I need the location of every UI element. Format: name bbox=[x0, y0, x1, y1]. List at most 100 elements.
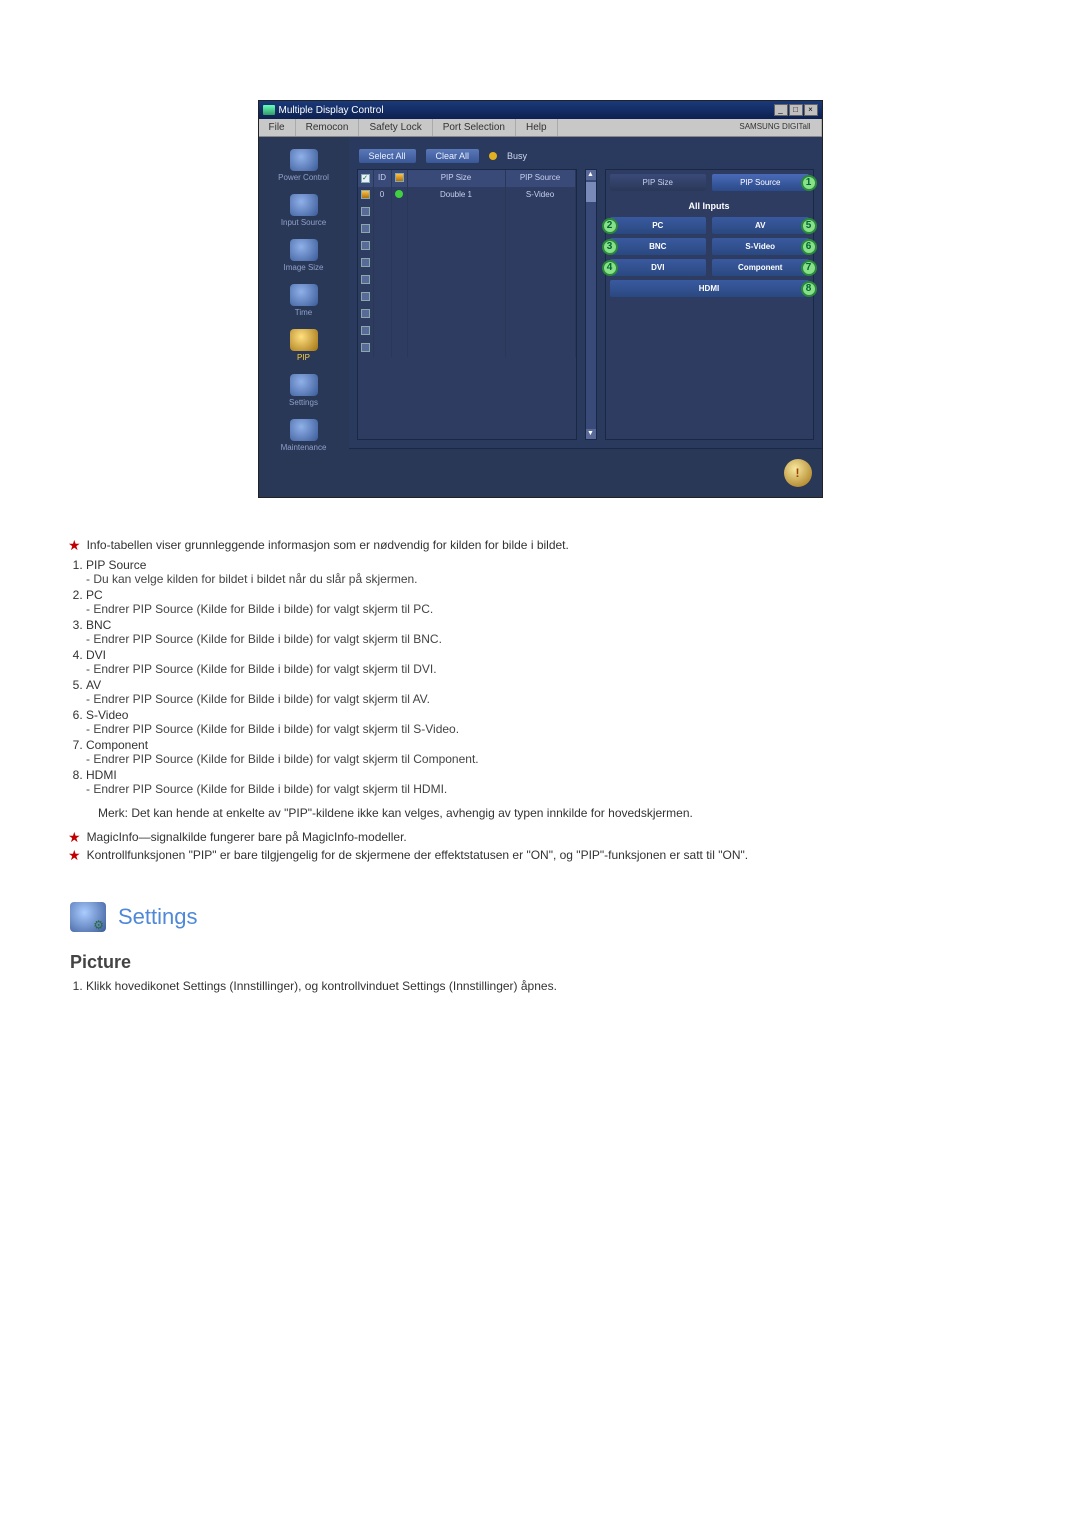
footer-bar bbox=[349, 448, 822, 497]
titlebar: Multiple Display Control _ □ × bbox=[259, 101, 822, 119]
list-item: Component- Endrer PIP Source (Kilde for … bbox=[86, 738, 1012, 766]
busy-label: Busy bbox=[507, 151, 527, 161]
star-note-3: Kontrollfunksjonen "PIP" er bare tilgjen… bbox=[87, 848, 1012, 862]
col-id[interactable]: ID bbox=[374, 170, 392, 187]
sidebar-item-input-source[interactable]: Input Source bbox=[259, 192, 349, 229]
brand-label: SAMSUNG DIGITall bbox=[729, 119, 821, 136]
sidebar-item-maintenance[interactable]: Maintenance bbox=[259, 417, 349, 454]
row-checkbox[interactable] bbox=[361, 190, 370, 199]
note-text: Merk: Det kan hende at enkelte av "PIP"-… bbox=[98, 806, 1012, 820]
row-checkbox[interactable] bbox=[361, 309, 370, 318]
callout-8: 8 bbox=[801, 281, 817, 297]
list-item: PC- Endrer PIP Source (Kilde for Bilde i… bbox=[86, 588, 1012, 616]
source-btn-pc[interactable]: 2 PC bbox=[610, 217, 707, 234]
warning-icon[interactable] bbox=[784, 459, 812, 487]
sidebar-item-power-control[interactable]: Power Control bbox=[259, 147, 349, 184]
pip-icon bbox=[290, 329, 318, 351]
tab-pip-size[interactable]: PIP Size bbox=[610, 174, 707, 191]
minimize-button[interactable]: _ bbox=[774, 104, 788, 116]
tab-pip-source[interactable]: PIP Source 1 bbox=[712, 174, 809, 191]
settings-section-header: Settings bbox=[70, 902, 1020, 932]
menu-port-selection[interactable]: Port Selection bbox=[433, 119, 516, 136]
clear-all-button[interactable]: Clear All bbox=[426, 149, 480, 163]
callout-6: 6 bbox=[801, 239, 817, 255]
table-row[interactable] bbox=[358, 289, 576, 306]
explanation-section: ★ Info-tabellen viser grunnleggende info… bbox=[68, 538, 1012, 862]
row-checkbox[interactable] bbox=[361, 292, 370, 301]
source-btn-dvi[interactable]: 4 DVI bbox=[610, 259, 707, 276]
menubar: File Remocon Safety Lock Port Selection … bbox=[259, 119, 822, 137]
row-checkbox[interactable] bbox=[361, 275, 370, 284]
pip-controls-panel: PIP Size PIP Source 1 All Inputs 2 PC bbox=[605, 169, 814, 440]
col-pip-source[interactable]: PIP Source bbox=[506, 170, 576, 187]
callout-2: 2 bbox=[602, 218, 618, 234]
source-btn-av[interactable]: AV 5 bbox=[712, 217, 809, 234]
source-btn-svideo[interactable]: S-Video 6 bbox=[712, 238, 809, 255]
numbered-list: PIP Source- Du kan velge kilden for bild… bbox=[86, 558, 1012, 796]
menu-safety-lock[interactable]: Safety Lock bbox=[359, 119, 432, 136]
list-item: S-Video- Endrer PIP Source (Kilde for Bi… bbox=[86, 708, 1012, 736]
table-row[interactable] bbox=[358, 323, 576, 340]
maintenance-icon bbox=[290, 419, 318, 441]
menu-file[interactable]: File bbox=[259, 119, 296, 136]
table-row[interactable] bbox=[358, 221, 576, 238]
display-table: ID PIP Size PIP Source 0 Double 1 S-Vide… bbox=[357, 169, 577, 440]
scroll-down-icon[interactable]: ▼ bbox=[586, 429, 596, 439]
input-source-icon bbox=[290, 194, 318, 216]
row-checkbox[interactable] bbox=[361, 326, 370, 335]
select-all-button[interactable]: Select All bbox=[359, 149, 416, 163]
all-inputs-label: All Inputs bbox=[610, 201, 809, 211]
picture-step-1: Klikk hovedikonet Settings (Innstillinge… bbox=[86, 979, 1020, 993]
sidebar-item-pip[interactable]: PIP bbox=[259, 327, 349, 364]
intro-text: Info-tabellen viser grunnleggende inform… bbox=[87, 538, 1012, 552]
row-checkbox[interactable] bbox=[361, 258, 370, 267]
list-item: DVI- Endrer PIP Source (Kilde for Bilde … bbox=[86, 648, 1012, 676]
row-checkbox[interactable] bbox=[361, 343, 370, 352]
sidebar-item-image-size[interactable]: Image Size bbox=[259, 237, 349, 274]
table-row[interactable] bbox=[358, 340, 576, 357]
menu-help[interactable]: Help bbox=[516, 119, 558, 136]
maximize-button[interactable]: □ bbox=[789, 104, 803, 116]
row-checkbox[interactable] bbox=[361, 207, 370, 216]
star-note-2: MagicInfo—signalkilde fungerer bare på M… bbox=[87, 830, 1012, 844]
toolbar: Select All Clear All Busy bbox=[349, 137, 822, 169]
col-pip-size[interactable]: PIP Size bbox=[408, 170, 506, 187]
scroll-thumb[interactable] bbox=[586, 182, 596, 202]
sidebar: Power Control Input Source Image Size Ti… bbox=[259, 137, 349, 497]
table-row[interactable] bbox=[358, 306, 576, 323]
source-btn-bnc[interactable]: 3 BNC bbox=[610, 238, 707, 255]
callout-5: 5 bbox=[801, 218, 817, 234]
header-checkbox[interactable] bbox=[361, 174, 370, 183]
callout-3: 3 bbox=[602, 239, 618, 255]
callout-4: 4 bbox=[602, 260, 618, 276]
callout-7: 7 bbox=[801, 260, 817, 276]
source-btn-component[interactable]: Component 7 bbox=[712, 259, 809, 276]
menu-remocon[interactable]: Remocon bbox=[296, 119, 360, 136]
row-checkbox[interactable] bbox=[361, 224, 370, 233]
sidebar-item-settings[interactable]: Settings bbox=[259, 372, 349, 409]
scroll-up-icon[interactable]: ▲ bbox=[586, 170, 596, 180]
list-item: AV- Endrer PIP Source (Kilde for Bilde i… bbox=[86, 678, 1012, 706]
settings-header-icon bbox=[70, 902, 106, 932]
app-icon bbox=[263, 105, 275, 115]
row-checkbox[interactable] bbox=[361, 241, 370, 250]
window-title: Multiple Display Control bbox=[279, 105, 384, 116]
table-row[interactable] bbox=[358, 238, 576, 255]
table-row[interactable] bbox=[358, 255, 576, 272]
header-status-icon bbox=[395, 173, 404, 182]
picture-steps: Klikk hovedikonet Settings (Innstillinge… bbox=[86, 979, 1020, 993]
list-item: BNC- Endrer PIP Source (Kilde for Bilde … bbox=[86, 618, 1012, 646]
table-row[interactable]: 0 Double 1 S-Video bbox=[358, 187, 576, 204]
source-btn-hdmi[interactable]: HDMI 8 bbox=[610, 280, 809, 297]
sidebar-item-time[interactable]: Time bbox=[259, 282, 349, 319]
busy-indicator-icon bbox=[489, 152, 497, 160]
table-header: ID PIP Size PIP Source bbox=[358, 170, 576, 187]
table-row[interactable] bbox=[358, 272, 576, 289]
table-scrollbar[interactable]: ▲ ▼ bbox=[585, 169, 597, 440]
app-window: Multiple Display Control _ □ × File Remo… bbox=[258, 100, 823, 498]
star-icon: ★ bbox=[68, 830, 81, 844]
callout-1: 1 bbox=[801, 175, 817, 191]
table-row[interactable] bbox=[358, 204, 576, 221]
time-icon bbox=[290, 284, 318, 306]
close-button[interactable]: × bbox=[804, 104, 818, 116]
